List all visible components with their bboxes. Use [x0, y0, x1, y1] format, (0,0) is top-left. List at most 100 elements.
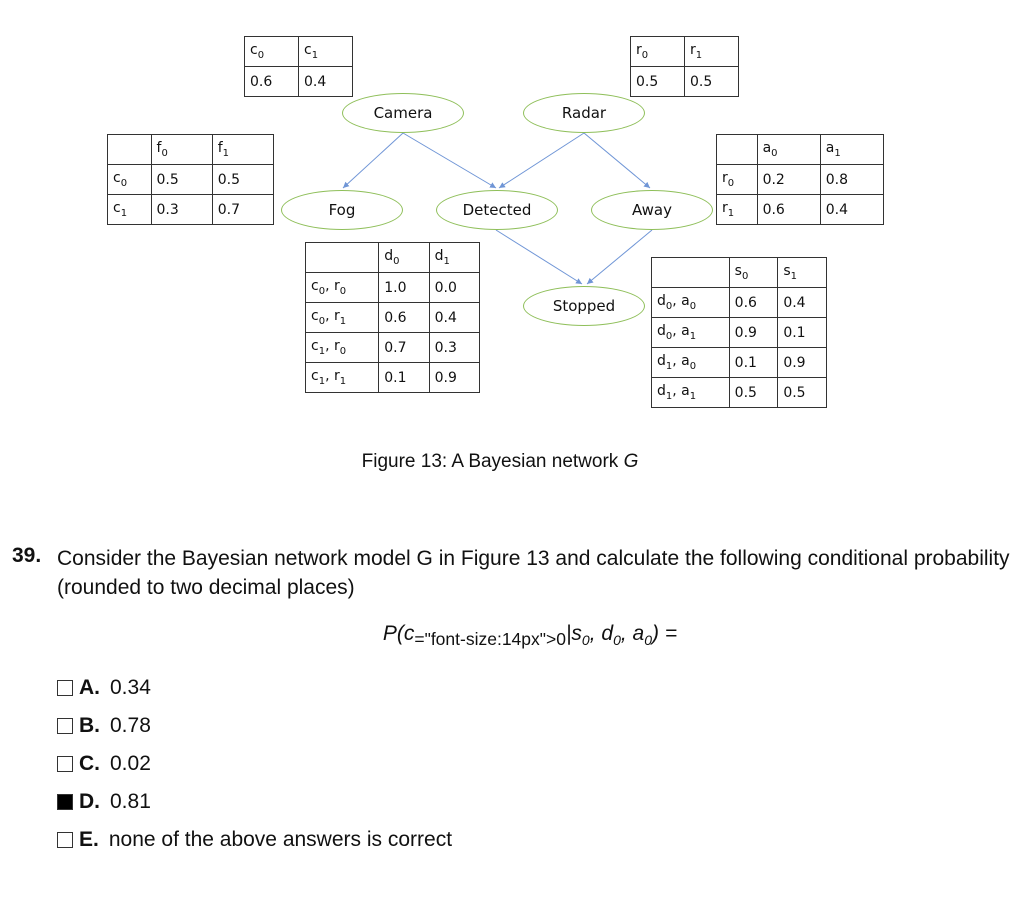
table-row: c1, r1 0.1 0.9 [304, 362, 481, 393]
cell-value: 0.5 [630, 66, 685, 97]
cpt-stopped: s0 s1 d0, a0 0.6 0.4 d0, a1 0.9 0.1 d1, a0 0.1 0.9… [651, 257, 827, 408]
table-row: d0, a1 0.9 0.1 [651, 317, 827, 348]
table-row: c0, r0 1.0 0.0 [304, 272, 481, 303]
figure-caption: Figure 13: A Bayesian network G [0, 451, 1000, 473]
cpt-radar: r0 r1 0.5 0.5 [630, 36, 739, 97]
cell-value: 0.9 [728, 317, 779, 348]
cell-value: 0.5 [150, 164, 213, 195]
checkbox[interactable] [57, 718, 73, 734]
table-row: 0.6 0.4 [244, 66, 353, 97]
cell-value: 0.3 [150, 194, 213, 225]
edge-detected-stopped [495, 229, 583, 285]
node-fog: Fog [281, 190, 403, 230]
option-e[interactable]: E. none of the above answers is correct [57, 828, 452, 852]
option-c[interactable]: C. 0.02 [57, 752, 151, 776]
table-row: 0.5 0.5 [630, 66, 739, 97]
option-value: 0.78 [110, 714, 151, 737]
row-header: d1, a0 [651, 347, 730, 378]
column-header [651, 257, 730, 288]
edge-away-stopped [586, 229, 653, 285]
node-label: Detected [462, 201, 532, 219]
cell-value: 0.5 [728, 377, 779, 408]
cell-value: 0.5 [684, 66, 739, 97]
cpt-away: a0 a1 r0 0.2 0.8 r1 0.6 0.4 [716, 134, 885, 225]
caption-variable: G [623, 451, 639, 472]
cell-value: 0.0 [428, 272, 481, 303]
question-number: 39. [12, 544, 42, 567]
cell-value: 0.2 [756, 164, 821, 195]
column-header [304, 242, 380, 273]
checkbox[interactable] [57, 756, 73, 772]
cell-value: 0.5 [211, 164, 275, 195]
checkbox[interactable] [57, 794, 73, 810]
header-row: f0 f1 [107, 134, 275, 165]
network-edges [342, 132, 653, 285]
checkbox[interactable] [57, 680, 73, 696]
node-stopped: Stopped [523, 286, 645, 326]
option-value: 0.02 [110, 752, 151, 775]
header-row: s0 s1 [651, 257, 827, 288]
cell-value: 0.9 [428, 362, 481, 393]
caption-text: Figure 13: A Bayesian network [361, 451, 624, 472]
row-header: c0, r1 [304, 302, 380, 333]
row-header: d0, a0 [651, 287, 730, 318]
row-header: r0 [716, 164, 758, 195]
table-row: d1, a0 0.1 0.9 [651, 347, 827, 378]
cell-value: 0.5 [777, 377, 827, 408]
table-row: c0, r1 0.6 0.4 [304, 302, 481, 333]
column-header: c0 [244, 36, 299, 67]
column-header [716, 134, 758, 165]
cell-value: 0.6 [378, 302, 430, 333]
node-label: Fog [328, 201, 356, 219]
table-row: r0 0.2 0.8 [716, 164, 885, 195]
option-letter: C. [79, 752, 100, 775]
option-d[interactable]: D. 0.81 [57, 790, 151, 814]
node-away: Away [591, 190, 713, 230]
checkbox[interactable] [57, 832, 73, 848]
node-label: Camera [373, 104, 433, 122]
cell-value: 0.3 [428, 332, 481, 363]
option-letter: B. [79, 714, 100, 737]
table-row: c1 0.3 0.7 [107, 194, 275, 225]
column-header: r0 [630, 36, 685, 67]
table-row: d1, a1 0.5 0.5 [651, 377, 827, 408]
column-header: a0 [756, 134, 821, 165]
row-header: d0, a1 [651, 317, 730, 348]
row-header: c1, r1 [304, 362, 380, 393]
cpt-camera: c0 c1 0.6 0.4 [244, 36, 353, 97]
column-header: a1 [819, 134, 885, 165]
cell-value: 0.1 [378, 362, 430, 393]
header-row: c0 c1 [244, 36, 353, 67]
edge-camera-detected [402, 132, 497, 189]
cell-value: 0.7 [378, 332, 430, 363]
column-header [107, 134, 152, 165]
table-row: d0, a0 0.6 0.4 [651, 287, 827, 318]
row-header: c0 [107, 164, 152, 195]
question-text: Consider the Bayesian network model G in… [57, 547, 1010, 599]
edge-camera-fog [342, 132, 404, 189]
column-header: d1 [428, 242, 481, 273]
column-header: r1 [684, 36, 739, 67]
table-row: c1, r0 0.7 0.3 [304, 332, 481, 363]
option-b[interactable]: B. 0.78 [57, 714, 151, 738]
cell-value: 0.4 [819, 194, 885, 225]
cell-value: 0.6 [244, 66, 299, 97]
table-row: r1 0.6 0.4 [716, 194, 885, 225]
cell-value: 0.6 [728, 287, 779, 318]
node-label: Away [632, 201, 672, 219]
node-label: Radar [561, 104, 607, 122]
option-value: none of the above answers is correct [108, 828, 453, 851]
column-header: f0 [150, 134, 213, 165]
column-header: c1 [298, 36, 353, 67]
cell-value: 0.4 [428, 302, 481, 333]
edge-radar-detected [498, 132, 585, 189]
row-header: c0, r0 [304, 272, 380, 303]
cell-value: 0.9 [777, 347, 827, 378]
column-header: s1 [777, 257, 827, 288]
question-formula: P(c="font-size:14px">0|s0, d0, a0) = [382, 622, 678, 650]
option-a[interactable]: A. 0.34 [57, 676, 151, 700]
header-row: r0 r1 [630, 36, 739, 67]
cell-value: 0.1 [777, 317, 827, 348]
cell-value: 0.4 [298, 66, 353, 97]
option-letter: D. [79, 790, 100, 813]
